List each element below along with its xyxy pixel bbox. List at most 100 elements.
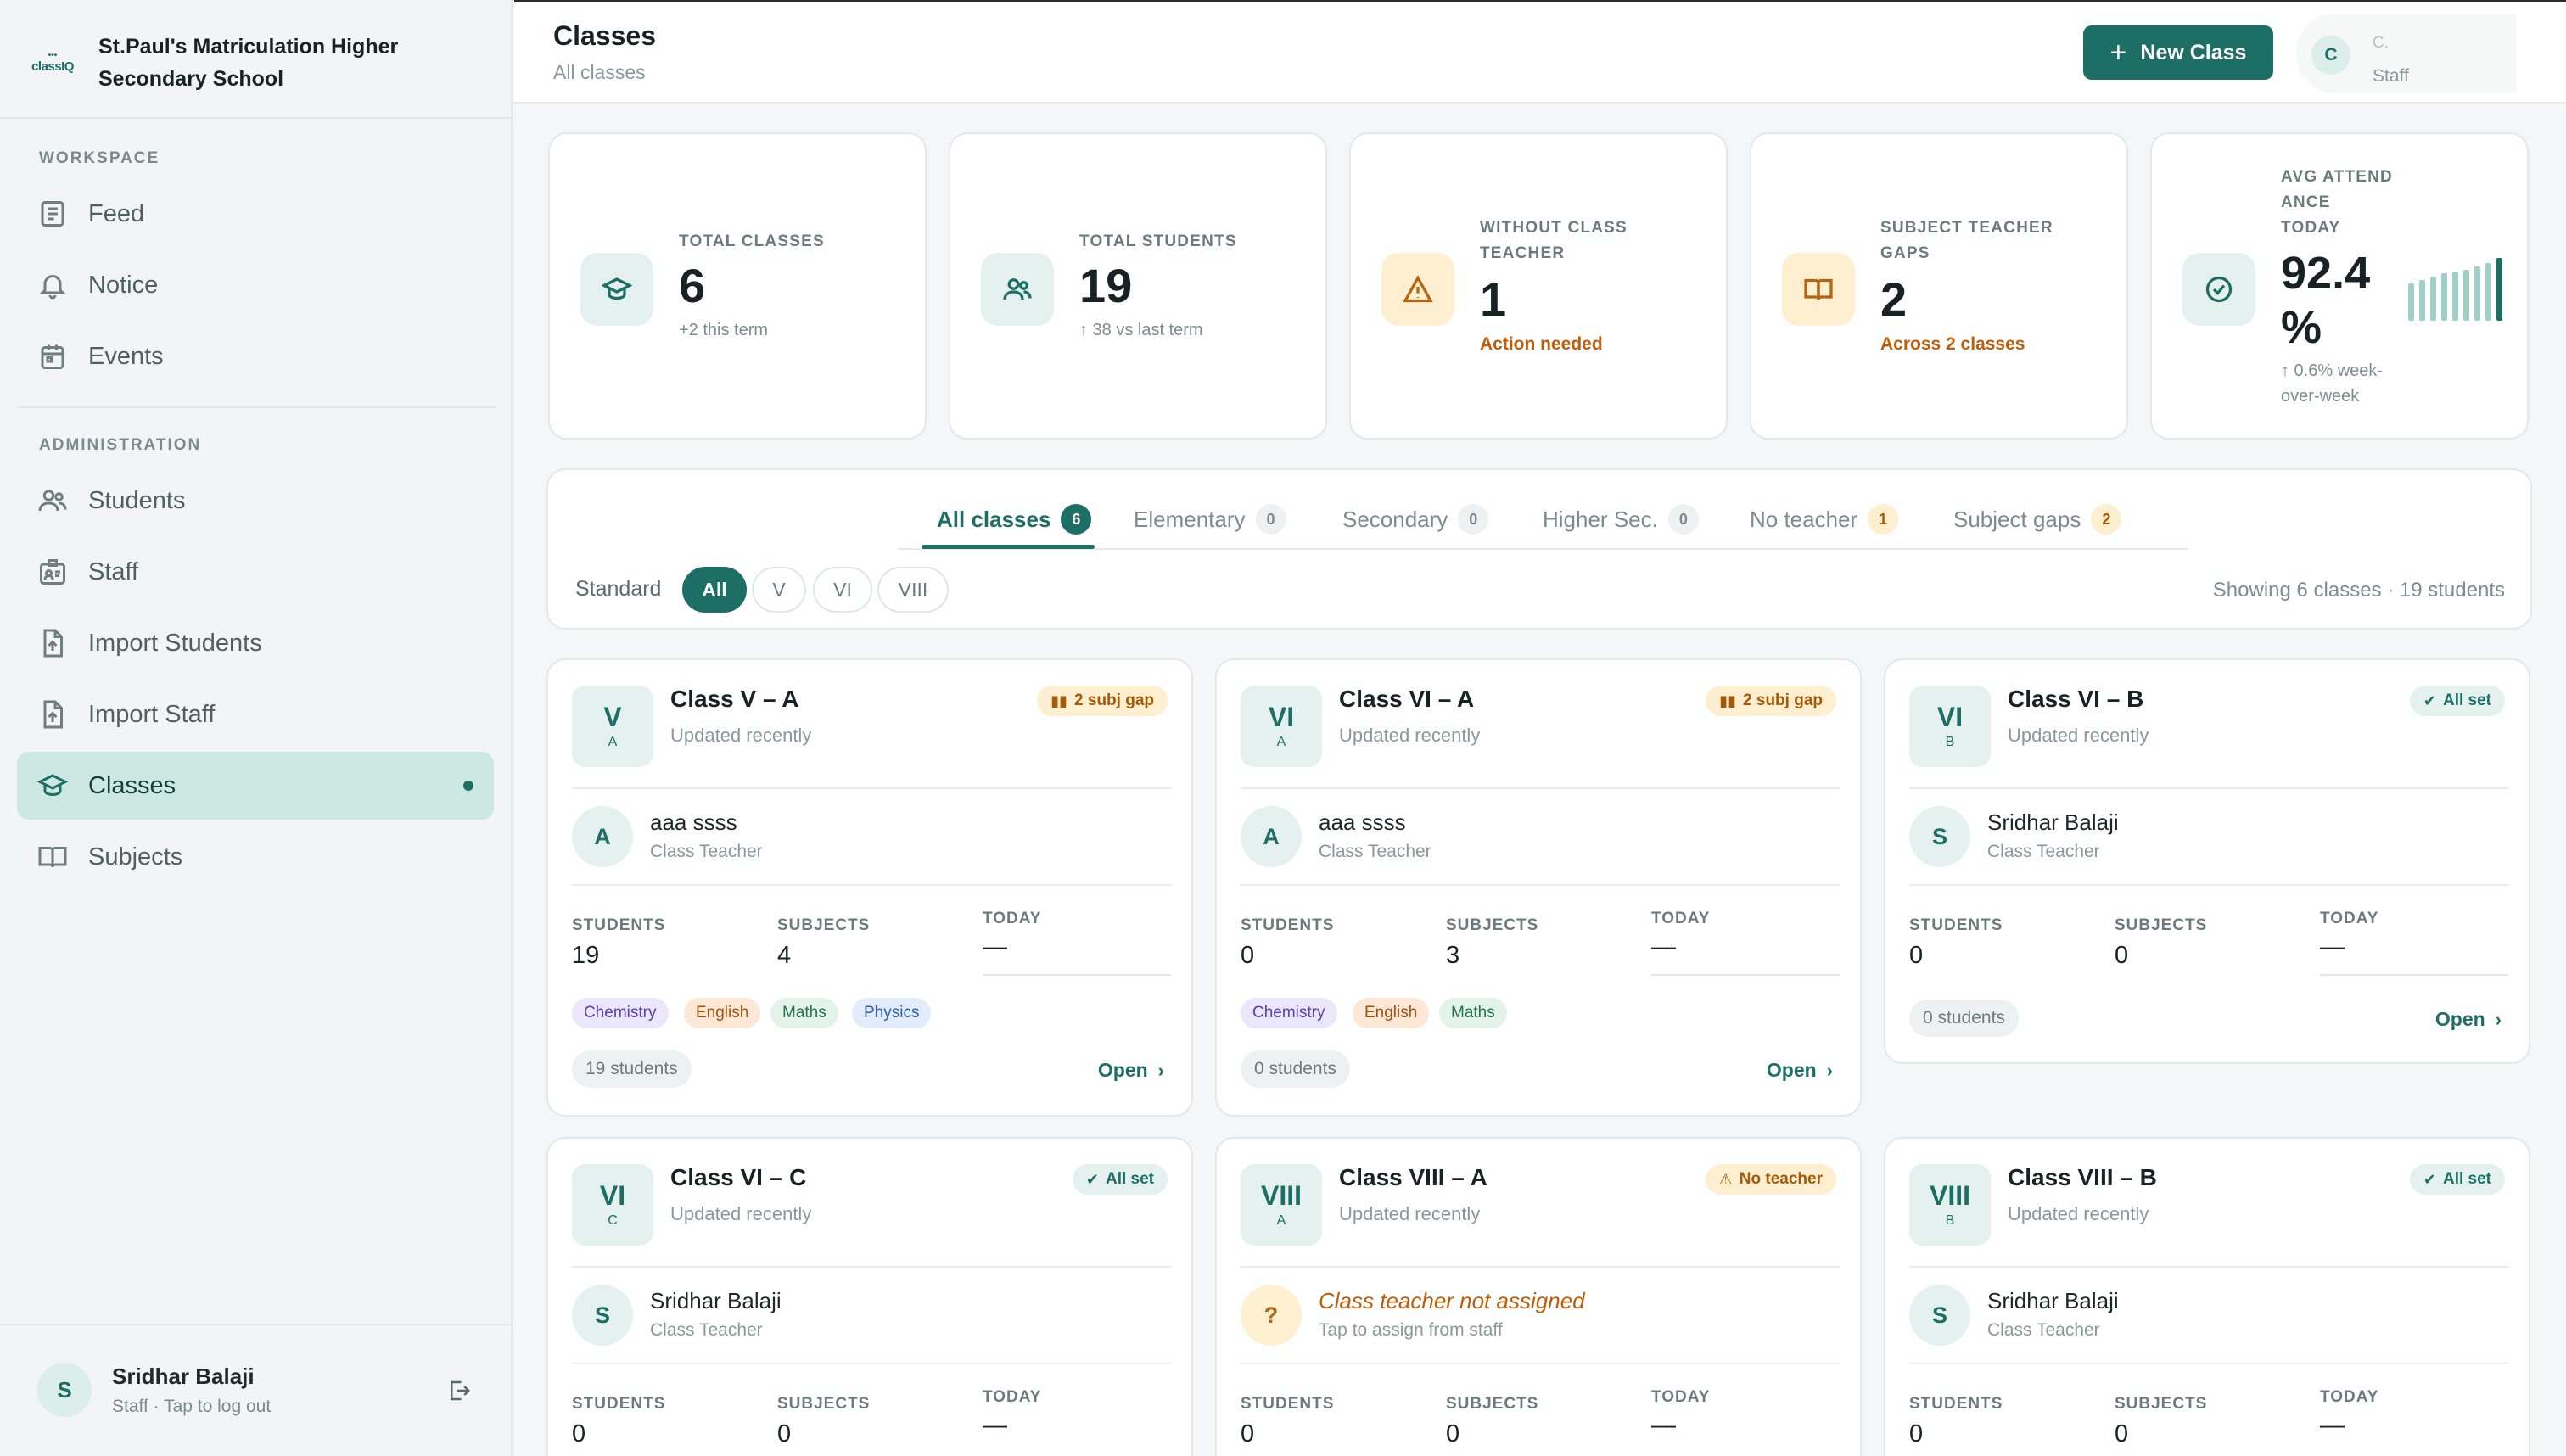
- open-class-link[interactable]: Open ›: [1098, 1059, 1164, 1082]
- status-badge: ▮▮ 2 subj gap: [1037, 686, 1168, 716]
- users-icon: [1003, 278, 1032, 300]
- trend-bar: [2408, 283, 2414, 321]
- trend-bar: [2474, 266, 2480, 321]
- stat-icon-box: [2182, 253, 2255, 326]
- subject-chip: Maths: [770, 998, 838, 1028]
- stat-label-line: GAPS: [1880, 244, 1930, 262]
- trend-bar: [2452, 272, 2458, 321]
- open-class-link[interactable]: Open ›: [1767, 1059, 1833, 1082]
- tab-count: 0: [1458, 504, 1489, 535]
- stat-card-subject-teacher-gaps[interactable]: SUBJECT TEACHER GAPS 2 Across 2 classes: [1750, 132, 2128, 440]
- user-menu[interactable]: C C. Staff: [2296, 14, 2517, 93]
- section-text: A: [1276, 735, 1286, 749]
- teacher-avatar: A: [1241, 806, 1302, 867]
- section-label-workspace: WORKSPACE: [39, 149, 160, 167]
- open-class-link[interactable]: Open ›: [2435, 1008, 2502, 1031]
- sidebar-item-staff[interactable]: Staff: [17, 538, 494, 606]
- standard-pill-vi[interactable]: VI: [813, 567, 872, 613]
- students-label: STUDENTS: [1909, 1395, 2003, 1413]
- sidebar-item-events[interactable]: Events: [17, 322, 494, 390]
- divider: [1909, 884, 2508, 886]
- student-count-chip: 0 students: [1241, 1050, 1350, 1088]
- new-class-button[interactable]: + New Class: [2083, 25, 2273, 80]
- tab-label: Elementary: [1134, 506, 1246, 532]
- class-updated: Updated recently: [1339, 1203, 1481, 1224]
- subject-chip: Chemistry: [1241, 998, 1337, 1028]
- sidebar-item-notice[interactable]: Notice: [17, 251, 494, 319]
- class-updated: Updated recently: [670, 725, 812, 746]
- standard-badge: VI C: [572, 1164, 653, 1246]
- class-title: Class VIII – A: [1339, 1164, 1487, 1190]
- today-value: —: [2320, 1412, 2345, 1439]
- class-card[interactable]: VI C Class VI – C Updated recently ✔ All…: [546, 1137, 1193, 1456]
- standard-pill-all[interactable]: All: [682, 567, 747, 613]
- stat-value: 6: [679, 259, 706, 312]
- standard-pill-viii[interactable]: VIII: [877, 567, 949, 613]
- stat-note: Across 2 classes: [1880, 334, 2025, 354]
- sidebar-item-label: Classes: [88, 771, 176, 799]
- class-updated: Updated recently: [2008, 725, 2149, 746]
- open-label: Open: [1766, 1059, 1817, 1081]
- tab-no-teacher[interactable]: No teacher 1: [1750, 492, 1899, 546]
- feed-icon: [41, 201, 64, 227]
- filter-panel: All classes 6 Elementary 0 Secondary 0 H…: [546, 468, 2532, 630]
- status-text: All set: [2442, 1170, 2491, 1188]
- standard-pill-v[interactable]: V: [752, 567, 806, 613]
- divider: [1909, 1363, 2508, 1364]
- sidebar-item-import-students[interactable]: Import Students: [17, 609, 494, 677]
- students-label: STUDENTS: [572, 1395, 666, 1413]
- teacher-name: Sridhar Balaji: [1987, 1288, 2119, 1313]
- page-title: Classes: [553, 20, 656, 51]
- teacher-role: Class Teacher: [1987, 842, 2100, 861]
- students-label: STUDENTS: [1909, 916, 2003, 934]
- teacher-role: Class Teacher: [1319, 842, 1431, 861]
- sidebar-item-label: Import Staff: [88, 700, 216, 728]
- avatar: C: [2311, 36, 2350, 75]
- sidebar-item-subjects[interactable]: Subjects: [17, 823, 494, 891]
- assign-teacher-hint[interactable]: Tap to assign from staff: [1319, 1320, 1503, 1341]
- subjects-value: 3: [1446, 942, 1460, 969]
- class-card[interactable]: VI B Class VI – B Updated recently ✔ All…: [1884, 658, 2530, 1064]
- class-card[interactable]: VIII B Class VIII – B Updated recently ✔…: [1884, 1137, 2530, 1456]
- sidebar-item-feed[interactable]: Feed: [17, 180, 494, 248]
- stat-label: AVG ATTEND ANCE TODAY: [2281, 165, 2393, 241]
- today-value: —: [1651, 933, 1676, 960]
- class-card[interactable]: V A Class V – A Updated recently ▮▮ 2 su…: [546, 658, 1193, 1117]
- tab-higher-secondary[interactable]: Higher Sec. 0: [1543, 492, 1699, 546]
- logout-icon[interactable]: [446, 1378, 472, 1403]
- section-text: A: [608, 735, 618, 749]
- warning-icon: [1403, 275, 1433, 303]
- tab-count: 0: [1255, 504, 1286, 535]
- status-text: 2 subj gap: [1074, 692, 1154, 709]
- stat-card-total-classes: TOTAL CLASSES 6 +2 this term: [548, 132, 927, 440]
- sidebar-user[interactable]: S Sridhar Balaji Staff · Tap to log out: [37, 1363, 271, 1417]
- class-card[interactable]: VI A Class VI – A Updated recently ▮▮ 2 …: [1215, 658, 1862, 1117]
- trend-bar: [2485, 263, 2491, 321]
- stat-label: TOTAL STUDENTS: [1079, 232, 1237, 250]
- sidebar-item-import-staff[interactable]: Import Staff: [17, 680, 494, 748]
- class-card[interactable]: VIII A Class VIII – A Updated recently ⚠…: [1215, 1137, 1862, 1456]
- tab-subject-gaps[interactable]: Subject gaps 2: [1953, 492, 2122, 546]
- check-circle-icon: ✔: [2423, 692, 2436, 709]
- stat-card-without-class-teacher[interactable]: WITHOUT CLASS TEACHER 1 Action needed: [1349, 132, 1728, 440]
- stat-card-total-students: TOTAL STUDENTS 19 ↑ 38 vs last term: [949, 132, 1327, 440]
- teacher-avatar-unassigned[interactable]: ?: [1241, 1285, 1302, 1346]
- brand[interactable]: ••• classIQ St.Paul's Matriculation High…: [31, 29, 489, 97]
- divider: [572, 884, 1171, 886]
- sidebar-item-classes[interactable]: Classes: [17, 752, 494, 820]
- tab-elementary[interactable]: Elementary 0: [1134, 492, 1286, 546]
- tab-secondary[interactable]: Secondary 0: [1342, 492, 1489, 546]
- class-title: Class VI – B: [2008, 686, 2144, 712]
- students-label: STUDENTS: [1241, 916, 1335, 934]
- subject-chip: Chemistry: [572, 998, 669, 1028]
- student-count-chip: 0 students: [1909, 1000, 2019, 1037]
- standard-badge: V A: [572, 686, 653, 767]
- teacher-not-assigned[interactable]: Class teacher not assigned: [1319, 1288, 1585, 1314]
- tab-all-classes[interactable]: All classes 6: [937, 492, 1092, 546]
- sidebar-item-students[interactable]: Students: [17, 467, 494, 535]
- divider: [1241, 1363, 1840, 1364]
- students-label: STUDENTS: [572, 916, 666, 934]
- students-value: 0: [1241, 942, 1255, 969]
- standard-badge: VIII A: [1241, 1164, 1322, 1246]
- today-value: —: [1651, 1412, 1676, 1439]
